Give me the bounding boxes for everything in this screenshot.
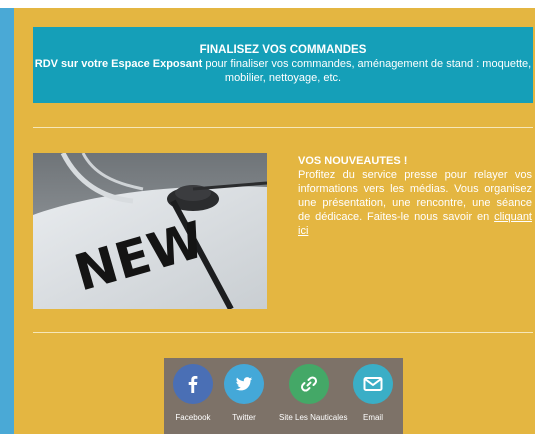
news-title: VOS NOUVEAUTES !: [298, 155, 408, 167]
twitter-icon[interactable]: [224, 364, 264, 404]
banner-lead[interactable]: RDV sur votre Espace Exposant: [35, 58, 203, 70]
banner-title: FINALISEZ VOS COMMANDES: [199, 44, 367, 56]
link-icon[interactable]: [289, 364, 329, 404]
social-website[interactable]: Site Les Nauticales: [279, 364, 348, 422]
social-label: Email: [362, 413, 383, 422]
email-icon[interactable]: [353, 364, 393, 404]
left-accent-bar: [0, 8, 14, 434]
facebook-icon[interactable]: [173, 364, 213, 404]
new-boat-photo: NEW: [33, 153, 267, 309]
top-border: [0, 0, 545, 8]
divider-bottom: [33, 332, 533, 333]
right-border: [535, 0, 545, 434]
social-label: Site Les Nauticales: [279, 413, 348, 422]
social-twitter[interactable]: Twitter: [214, 364, 274, 422]
banner-text: pour finaliser vos commandes, aménagemen…: [202, 58, 532, 84]
social-label: Twitter: [232, 413, 256, 422]
divider-top: [33, 127, 533, 128]
orders-banner[interactable]: FINALISEZ VOS COMMANDES RDV sur votre Es…: [33, 27, 533, 103]
news-section: VOS NOUVEAUTES ! Profitez du service pre…: [298, 154, 532, 238]
social-email[interactable]: Email: [343, 364, 403, 422]
social-bar: Facebook Twitter Site Les Nauticales Ema…: [164, 358, 403, 434]
